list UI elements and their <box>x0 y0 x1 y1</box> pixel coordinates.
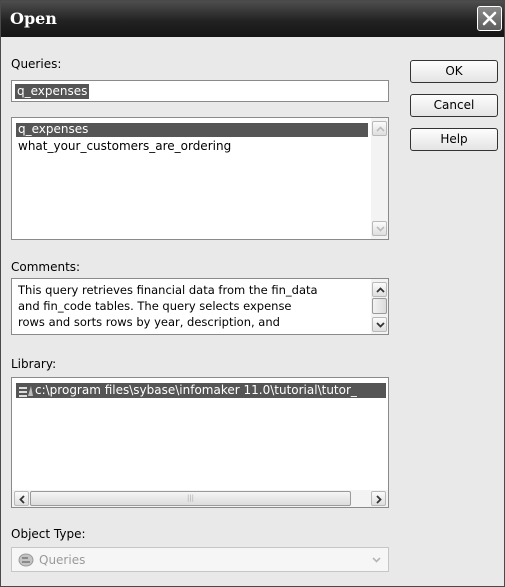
queries-list-scrollbar[interactable] <box>371 118 388 239</box>
list-item[interactable]: what_your_customers_are_ordering <box>18 139 231 153</box>
comments-box[interactable]: This query retrieves financial data from… <box>11 278 389 335</box>
chevron-up-icon <box>376 126 385 132</box>
title-bar[interactable]: Open <box>1 1 504 37</box>
scroll-left-button[interactable] <box>14 491 29 506</box>
scroll-thumb[interactable]: ||| <box>30 491 351 506</box>
queries-label: Queries: <box>11 57 62 71</box>
chevron-down-icon <box>376 226 385 232</box>
object-type-dropdown[interactable]: Queries <box>11 547 389 572</box>
comments-text: This query retrieves financial data from… <box>18 282 318 330</box>
library-label: Library: <box>11 357 57 371</box>
list-item[interactable]: q_expenses <box>18 122 88 136</box>
library-list[interactable]: c:\program files\sybase\infomaker 11.0\t… <box>11 377 389 508</box>
scroll-up-button[interactable] <box>372 121 387 136</box>
scroll-right-button[interactable] <box>371 491 386 506</box>
library-icon <box>19 386 33 397</box>
chevron-left-icon <box>19 495 25 504</box>
queries-list[interactable]: q_expenses what_your_customers_are_order… <box>11 117 389 240</box>
chevron-down-icon[interactable] <box>372 557 381 563</box>
scroll-up-button[interactable] <box>372 282 387 297</box>
ok-button[interactable]: OK <box>410 60 498 83</box>
close-button[interactable] <box>477 6 502 31</box>
scroll-thumb[interactable] <box>372 298 387 314</box>
query-name-value: q_expenses <box>15 84 90 99</box>
queries-icon <box>18 553 34 567</box>
comment-line: This query retrieves financial data from… <box>18 283 318 297</box>
chevron-up-icon <box>376 287 385 293</box>
open-dialog: Open Queries: q_expenses q_expenses what… <box>0 0 505 587</box>
scroll-down-button[interactable] <box>372 317 387 332</box>
close-icon <box>482 11 497 26</box>
chevron-right-icon <box>376 495 382 504</box>
object-type-label: Object Type: <box>11 527 86 541</box>
comments-scrollbar[interactable] <box>371 279 388 334</box>
library-hscrollbar[interactable]: ||| <box>12 490 388 507</box>
cancel-button[interactable]: Cancel <box>410 94 498 117</box>
library-item[interactable]: c:\program files\sybase\infomaker 11.0\t… <box>16 383 386 398</box>
library-path: c:\program files\sybase\infomaker 11.0\t… <box>35 383 357 397</box>
comments-label: Comments: <box>11 260 81 274</box>
dialog-title: Open <box>10 9 57 28</box>
object-type-value: Queries <box>39 553 86 567</box>
scroll-down-button[interactable] <box>372 221 387 236</box>
comment-line: rows and sorts rows by year, description… <box>18 315 280 329</box>
comment-line: and fin_code tables. The query selects e… <box>18 299 292 313</box>
chevron-down-icon <box>376 322 385 328</box>
help-button[interactable]: Help <box>410 128 498 151</box>
query-name-input[interactable]: q_expenses <box>11 80 389 102</box>
